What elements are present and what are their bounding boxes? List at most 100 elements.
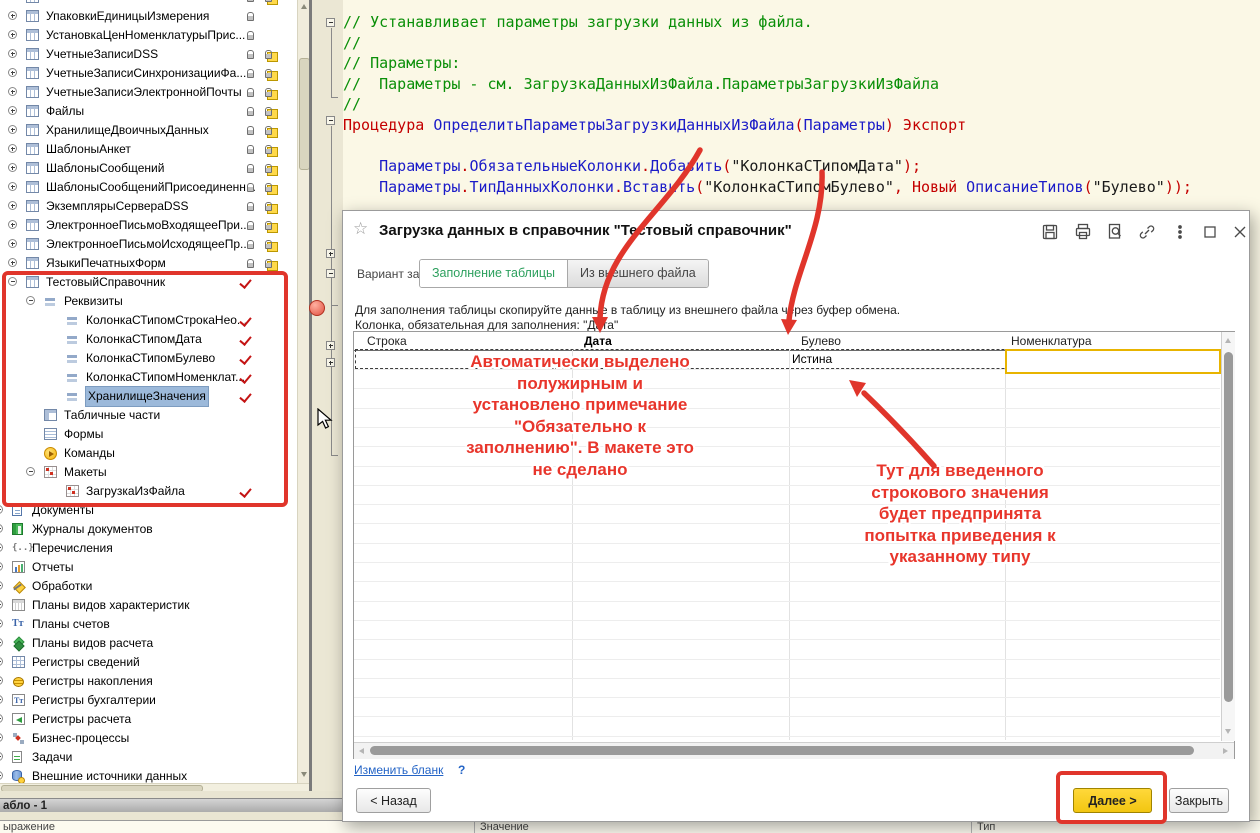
tree-item[interactable]: Регистры сведений xyxy=(0,653,297,672)
tree-item[interactable]: ШаблоныСообщений xyxy=(0,159,297,178)
more-menu-icon[interactable] xyxy=(1171,223,1189,241)
save-icon[interactable] xyxy=(1041,223,1059,241)
tree-item[interactable]: ШаблоныСообщенийПрисоединенн... xyxy=(0,178,297,197)
close-button[interactable]: Закрыть xyxy=(1169,788,1229,813)
scrollbar-thumb[interactable] xyxy=(1224,352,1233,702)
tree-item[interactable]: УчетныеЗаписиЭлектроннойПочты xyxy=(0,83,297,102)
expand-icon[interactable] xyxy=(0,752,3,761)
tree-item[interactable]: Регистры накопления xyxy=(0,672,297,691)
scrollbar-thumb[interactable] xyxy=(370,746,1194,755)
expand-icon[interactable] xyxy=(8,144,17,153)
tree-item[interactable]: Файлы xyxy=(0,102,297,121)
expand-icon[interactable] xyxy=(0,695,3,704)
fold-expand-icon[interactable] xyxy=(326,249,335,258)
scroll-up-icon[interactable] xyxy=(301,4,307,9)
tree-item[interactable]: УстановкаЦенНоменклатурыПрис... xyxy=(0,26,297,45)
tree-item[interactable]: УпаковкиЕдиницыИзмерения xyxy=(0,7,297,26)
tree-item[interactable]: Внешние источники данных xyxy=(0,767,297,783)
expand-icon[interactable] xyxy=(8,125,17,134)
tree-item[interactable]: Журналы документов xyxy=(0,520,297,539)
code-line: // Параметры - см. ЗагрузкаДанныхИзФайла… xyxy=(343,74,939,95)
close-icon[interactable] xyxy=(1231,223,1249,241)
expand-icon[interactable] xyxy=(0,505,3,514)
scroll-right-icon[interactable] xyxy=(1223,748,1228,754)
tree-item[interactable]: ЭлектронноеПисьмоИсходящееПр... xyxy=(0,235,297,254)
column-header-2[interactable]: Дата xyxy=(572,332,789,350)
column-header-4[interactable]: Номенклатура xyxy=(1005,332,1221,350)
favorite-star-icon[interactable]: ☆ xyxy=(353,219,368,239)
column-header-3[interactable]: Булево xyxy=(789,332,1005,350)
tree-item[interactable]: Обработки xyxy=(0,577,297,596)
tree-item[interactable] xyxy=(0,0,297,7)
column-header-1[interactable]: Строка xyxy=(355,332,572,350)
expand-icon[interactable] xyxy=(8,220,17,229)
expand-icon[interactable] xyxy=(8,163,17,172)
tree-item[interactable]: ЭкземплярыСервераDSS xyxy=(0,197,297,216)
tree-item[interactable]: Регистры бухгалтерии xyxy=(0,691,297,710)
tree-item[interactable]: Планы видов расчета xyxy=(0,634,297,653)
grid-vertical-scrollbar[interactable] xyxy=(1221,332,1235,741)
fold-expand-icon[interactable] xyxy=(326,341,335,350)
expand-icon[interactable] xyxy=(8,49,17,58)
fold-collapse-icon[interactable] xyxy=(326,269,335,278)
expand-icon[interactable] xyxy=(0,524,3,533)
tree-item[interactable]: ХранилищеДвоичныхДанных xyxy=(0,121,297,140)
expand-icon[interactable] xyxy=(8,239,17,248)
expand-icon[interactable] xyxy=(0,543,3,552)
fold-collapse-icon[interactable] xyxy=(326,116,335,125)
tree-item[interactable]: Планы видов характеристик xyxy=(0,596,297,615)
expand-icon[interactable] xyxy=(0,676,3,685)
expand-icon[interactable] xyxy=(8,11,17,20)
expand-icon[interactable] xyxy=(8,201,17,210)
scroll-left-icon[interactable] xyxy=(359,748,364,754)
print-icon[interactable] xyxy=(1074,223,1092,241)
scroll-up-icon[interactable] xyxy=(1225,338,1231,343)
expand-icon[interactable] xyxy=(0,657,3,666)
support-lock-icon xyxy=(264,124,276,136)
breakpoint-icon[interactable] xyxy=(309,300,325,316)
expand-icon[interactable] xyxy=(0,562,3,571)
expand-icon[interactable] xyxy=(0,714,3,723)
expand-icon[interactable] xyxy=(0,581,3,590)
scroll-down-icon[interactable] xyxy=(1225,729,1231,734)
tab-from-file[interactable]: Из внешнего файла xyxy=(567,260,708,287)
catalog-icon xyxy=(26,200,39,212)
fold-expand-icon[interactable] xyxy=(326,358,335,367)
tree-item[interactable]: ЭлектронноеПисьмоВходящееПри... xyxy=(0,216,297,235)
grid-horizontal-scrollbar[interactable] xyxy=(354,742,1234,759)
expand-icon[interactable] xyxy=(8,106,17,115)
maximize-icon[interactable] xyxy=(1201,223,1219,241)
expand-icon[interactable] xyxy=(8,30,17,39)
tree-item[interactable]: ШаблоныАнкет xyxy=(0,140,297,159)
tree-item[interactable]: Регистры расчета xyxy=(0,710,297,729)
expression-column-label: ыражение xyxy=(3,821,55,833)
expand-icon[interactable] xyxy=(0,733,3,742)
code-area[interactable]: // Устанавливает параметры загрузки данн… xyxy=(343,12,1260,212)
fold-collapse-icon[interactable] xyxy=(326,18,335,27)
expand-icon[interactable] xyxy=(8,87,17,96)
expand-icon[interactable] xyxy=(8,68,17,77)
tree-item[interactable]: Бизнес-процессы xyxy=(0,729,297,748)
tree-item-label: Журналы документов xyxy=(32,520,153,539)
active-cell[interactable] xyxy=(1005,349,1221,374)
edit-form-link[interactable]: Изменить бланк xyxy=(354,763,443,777)
scroll-down-icon[interactable] xyxy=(301,772,307,777)
expand-icon[interactable] xyxy=(8,182,17,191)
expand-icon[interactable] xyxy=(0,619,3,628)
expand-icon[interactable] xyxy=(0,771,3,780)
preview-icon[interactable] xyxy=(1106,223,1124,241)
tree-item[interactable]: УчетныеЗаписиСинхронизацииФа... xyxy=(0,64,297,83)
tree-item[interactable]: Перечисления xyxy=(0,539,297,558)
lock-icon xyxy=(246,162,258,174)
expand-icon[interactable] xyxy=(0,600,3,609)
tab-fill-table[interactable]: Заполнение таблицы xyxy=(420,260,567,287)
link-icon[interactable] xyxy=(1138,223,1156,241)
tree-item[interactable]: УчетныеЗаписиDSS xyxy=(0,45,297,64)
back-button[interactable]: < Назад xyxy=(356,788,431,813)
help-link[interactable]: ? xyxy=(458,763,465,777)
tree-item[interactable]: Планы счетов xyxy=(0,615,297,634)
expand-icon[interactable] xyxy=(0,638,3,647)
tree-item[interactable]: Отчеты xyxy=(0,558,297,577)
expand-icon[interactable] xyxy=(8,258,17,267)
tree-item[interactable]: Задачи xyxy=(0,748,297,767)
